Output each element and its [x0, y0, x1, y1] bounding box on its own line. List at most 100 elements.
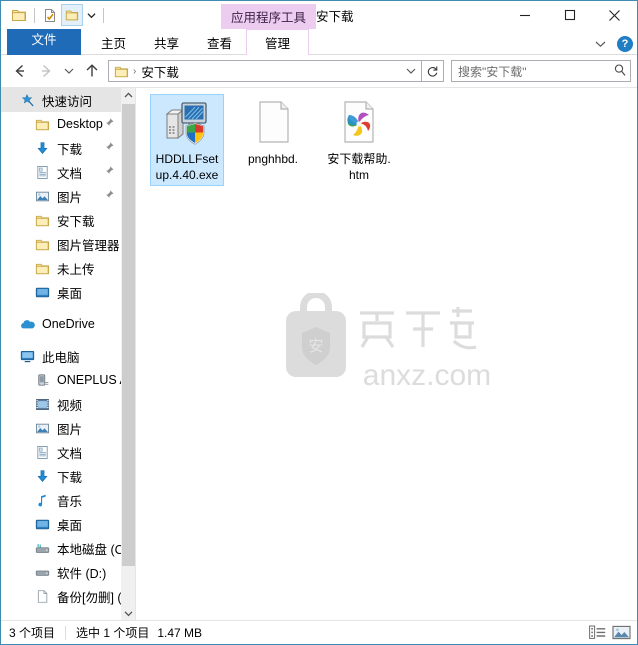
- sidebar-label-documents-pinned: 文档: [57, 166, 83, 181]
- scroll-down-arrow-icon[interactable]: [122, 606, 135, 620]
- setup-exe-icon: [163, 98, 211, 146]
- pictures-icon: [34, 188, 50, 204]
- sidebar-item-anxiazai[interactable]: 安下载: [1, 208, 122, 232]
- navigation-tree: 快速访问 Desktop 下载 文档 图片 安下载 图片管理器 未上传 桌面 O…: [1, 88, 122, 620]
- address-dropdown-chevron-down-icon[interactable]: [403, 61, 419, 81]
- sidebar-item-local-disk-c[interactable]: 本地磁盘 (C:): [1, 536, 122, 560]
- scrollbar-thumb[interactable]: [122, 104, 135, 566]
- scroll-up-arrow-icon[interactable]: [122, 88, 135, 102]
- drive-icon: [34, 588, 50, 604]
- sidebar-item-backup-e[interactable]: 备份[勿删] (E:): [1, 584, 122, 608]
- pin-icon: [103, 165, 115, 177]
- search-icon[interactable]: [613, 63, 627, 80]
- videos-icon: [34, 396, 50, 412]
- desktop-icon: [34, 284, 50, 300]
- site-watermark: 安 anxz.com: [272, 291, 502, 392]
- sidebar-label-quick-access: 快速访问: [42, 94, 93, 109]
- breadcrumb-path[interactable]: 安下载: [141, 62, 403, 81]
- close-button[interactable]: [592, 1, 637, 29]
- file-item-hddllfsetup[interactable]: HDDLLFsetup.4.40.exe: [150, 94, 224, 186]
- qat-folder-icon[interactable]: [8, 4, 30, 26]
- sidebar-item-desktop-quick[interactable]: 桌面: [1, 280, 122, 304]
- qat-separator-1: [34, 7, 35, 23]
- sidebar-label-this-pc: 此电脑: [42, 350, 80, 365]
- main-area: 快速访问 Desktop 下载 文档 图片 安下载 图片管理器 未上传 桌面 O…: [1, 87, 637, 620]
- sidebar-label-local-disk-c: 本地磁盘 (C:): [57, 542, 122, 557]
- sidebar-item-downloads-pinned[interactable]: 下载: [1, 136, 122, 160]
- file-item-help-htm[interactable]: 安下载帮助.htm: [322, 94, 396, 186]
- sidebar-item-videos[interactable]: 视频: [1, 392, 122, 416]
- sidebar-item-desktop-pinned[interactable]: Desktop: [1, 112, 122, 136]
- tab-share[interactable]: 共享: [140, 29, 193, 55]
- qat-properties-icon[interactable]: [39, 4, 61, 26]
- status-item-count: 3 个项目: [9, 626, 56, 640]
- sidebar-item-software-d[interactable]: 软件 (D:): [1, 560, 122, 584]
- system-drive-icon: [34, 540, 50, 556]
- sidebar-item-downloads[interactable]: 下载: [1, 464, 122, 488]
- up-button[interactable]: [79, 58, 105, 84]
- search-box[interactable]: 搜索"安下载": [451, 60, 631, 82]
- pictures-icon: [34, 420, 50, 436]
- download-arrow-icon: [34, 140, 50, 156]
- minimize-button[interactable]: [502, 1, 547, 29]
- tab-file[interactable]: 文件: [7, 29, 81, 55]
- sidebar-label-desktop-pinned: Desktop: [57, 117, 103, 131]
- folder-icon: [34, 116, 50, 132]
- svg-text:安: 安: [308, 338, 323, 355]
- file-list-view[interactable]: 安 anxz.com HDDLLFsetup.4.40.exe pnghhbd.…: [135, 88, 637, 620]
- qat-new-folder-icon[interactable]: [61, 4, 83, 26]
- drive-icon: [34, 564, 50, 580]
- tab-manage[interactable]: 管理: [246, 29, 310, 55]
- pin-icon: [103, 189, 115, 201]
- file-name-help-htm: 安下载帮助.htm: [327, 152, 391, 182]
- sidebar-item-not-uploaded[interactable]: 未上传: [1, 256, 122, 280]
- refresh-button[interactable]: [422, 60, 444, 82]
- file-grid: HDDLLFsetup.4.40.exe pnghhbd. 安下载帮助.htm: [136, 94, 637, 186]
- window-title: 安下载: [316, 9, 354, 24]
- large-icons-view-button[interactable]: [609, 622, 633, 644]
- help-button[interactable]: ?: [617, 36, 633, 52]
- sidebar-item-music[interactable]: 音乐: [1, 488, 122, 512]
- sidebar-item-documents-pinned[interactable]: 文档: [1, 160, 122, 184]
- back-button[interactable]: [7, 58, 33, 84]
- sidebar-item-oneplus-a6[interactable]: ONEPLUS A6: [1, 368, 122, 392]
- desktop-icon: [34, 516, 50, 532]
- sidebar-item-desktop[interactable]: 桌面: [1, 512, 122, 536]
- documents-icon: [34, 444, 50, 460]
- status-size: 1.47 MB: [157, 625, 203, 640]
- breadcrumb-folder-icon: [113, 63, 129, 79]
- navigation-pane-scrollbar[interactable]: [121, 88, 135, 620]
- pin-icon: [103, 117, 115, 129]
- recent-locations-chevron-down-icon[interactable]: [59, 58, 79, 84]
- sidebar-label-onedrive: OneDrive: [42, 317, 95, 331]
- sidebar-item-picture-manager[interactable]: 图片管理器: [1, 232, 122, 256]
- sidebar-item-pictures-pinned[interactable]: 图片: [1, 184, 122, 208]
- sidebar-item-quick-access[interactable]: 快速访问: [1, 88, 122, 112]
- breadcrumb-separator[interactable]: ›: [129, 66, 141, 77]
- sidebar-label-downloads: 下载: [57, 470, 83, 485]
- qat-separator-2: [103, 7, 104, 23]
- sidebar-item-documents[interactable]: 文档: [1, 440, 122, 464]
- ribbon-collapse-chevron-down-icon[interactable]: [591, 35, 609, 53]
- search-input[interactable]: 搜索"安下载": [458, 63, 613, 80]
- tab-home[interactable]: 主页: [87, 29, 140, 55]
- sidebar-label-picture-manager: 图片管理器: [57, 238, 120, 253]
- file-item-pnghhbd[interactable]: pnghhbd.: [236, 94, 310, 186]
- maximize-button[interactable]: [547, 1, 592, 29]
- sidebar-label-backup-e: 备份[勿删] (E:): [57, 590, 122, 605]
- sidebar-item-onedrive[interactable]: OneDrive: [1, 312, 122, 336]
- qat-customize-caret-icon[interactable]: [83, 4, 99, 26]
- sidebar-item-pictures[interactable]: 图片: [1, 416, 122, 440]
- details-view-button[interactable]: [585, 622, 609, 644]
- address-bar[interactable]: › 安下载: [108, 60, 422, 82]
- tab-view[interactable]: 查看: [193, 29, 246, 55]
- sidebar-label-not-uploaded: 未上传: [57, 262, 95, 277]
- sidebar-item-this-pc[interactable]: 此电脑: [1, 344, 122, 368]
- blank-document-icon: [249, 98, 297, 146]
- nav-group-gap-2: [1, 336, 122, 344]
- status-bar: 3 个项目 选中 1 个项目 1.47 MB: [1, 620, 637, 644]
- this-pc-icon: [19, 348, 35, 364]
- sidebar-label-desktop: 桌面: [57, 518, 83, 533]
- forward-button[interactable]: [33, 58, 59, 84]
- file-name-hddllfsetup: HDDLLFsetup.4.40.exe: [155, 152, 219, 182]
